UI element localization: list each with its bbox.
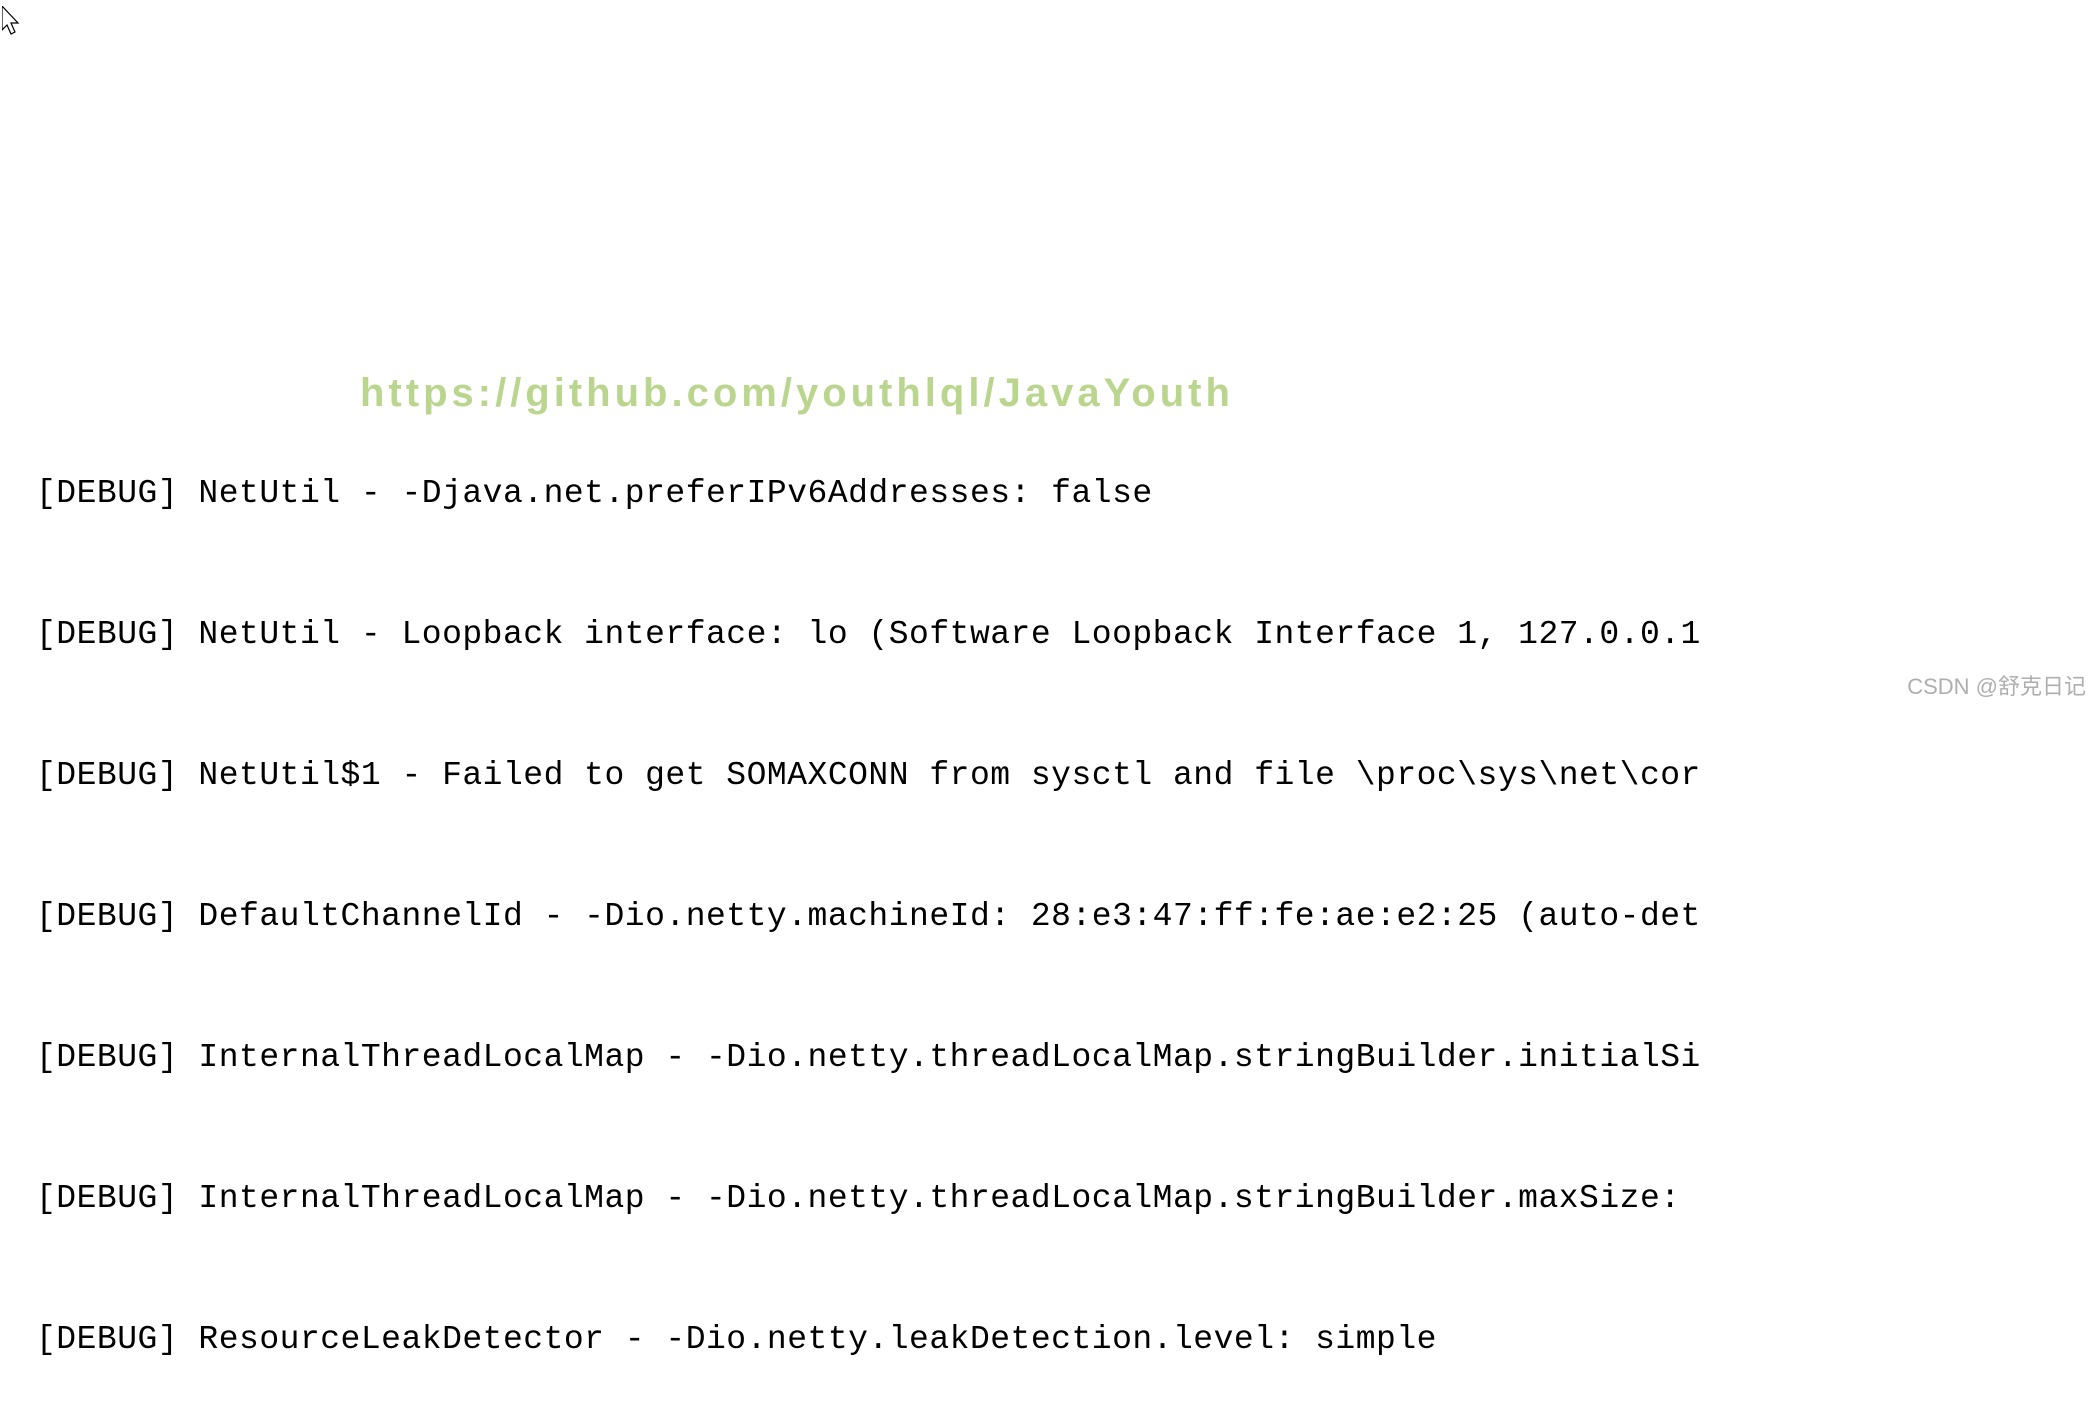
log-line: [DEBUG] InternalThreadLocalMap - -Dio.ne… xyxy=(36,1034,2096,1081)
mouse-cursor-icon xyxy=(2,6,26,40)
log-line: [DEBUG] NetUtil - -Djava.net.preferIPv6A… xyxy=(36,470,2096,517)
log-line: [DEBUG] InternalThreadLocalMap - -Dio.ne… xyxy=(36,1175,2096,1222)
log-line: [DEBUG] DefaultChannelId - -Dio.netty.ma… xyxy=(36,893,2096,940)
log-line: [DEBUG] NetUtil - Loopback interface: lo… xyxy=(36,611,2096,658)
console-log-output: [DEBUG] NetUtil - -Djava.net.preferIPv6A… xyxy=(36,376,2096,1428)
log-line: [DEBUG] NetUtil$1 - Failed to get SOMAXC… xyxy=(36,752,2096,799)
log-line: [DEBUG] ResourceLeakDetector - -Dio.nett… xyxy=(36,1316,2096,1363)
